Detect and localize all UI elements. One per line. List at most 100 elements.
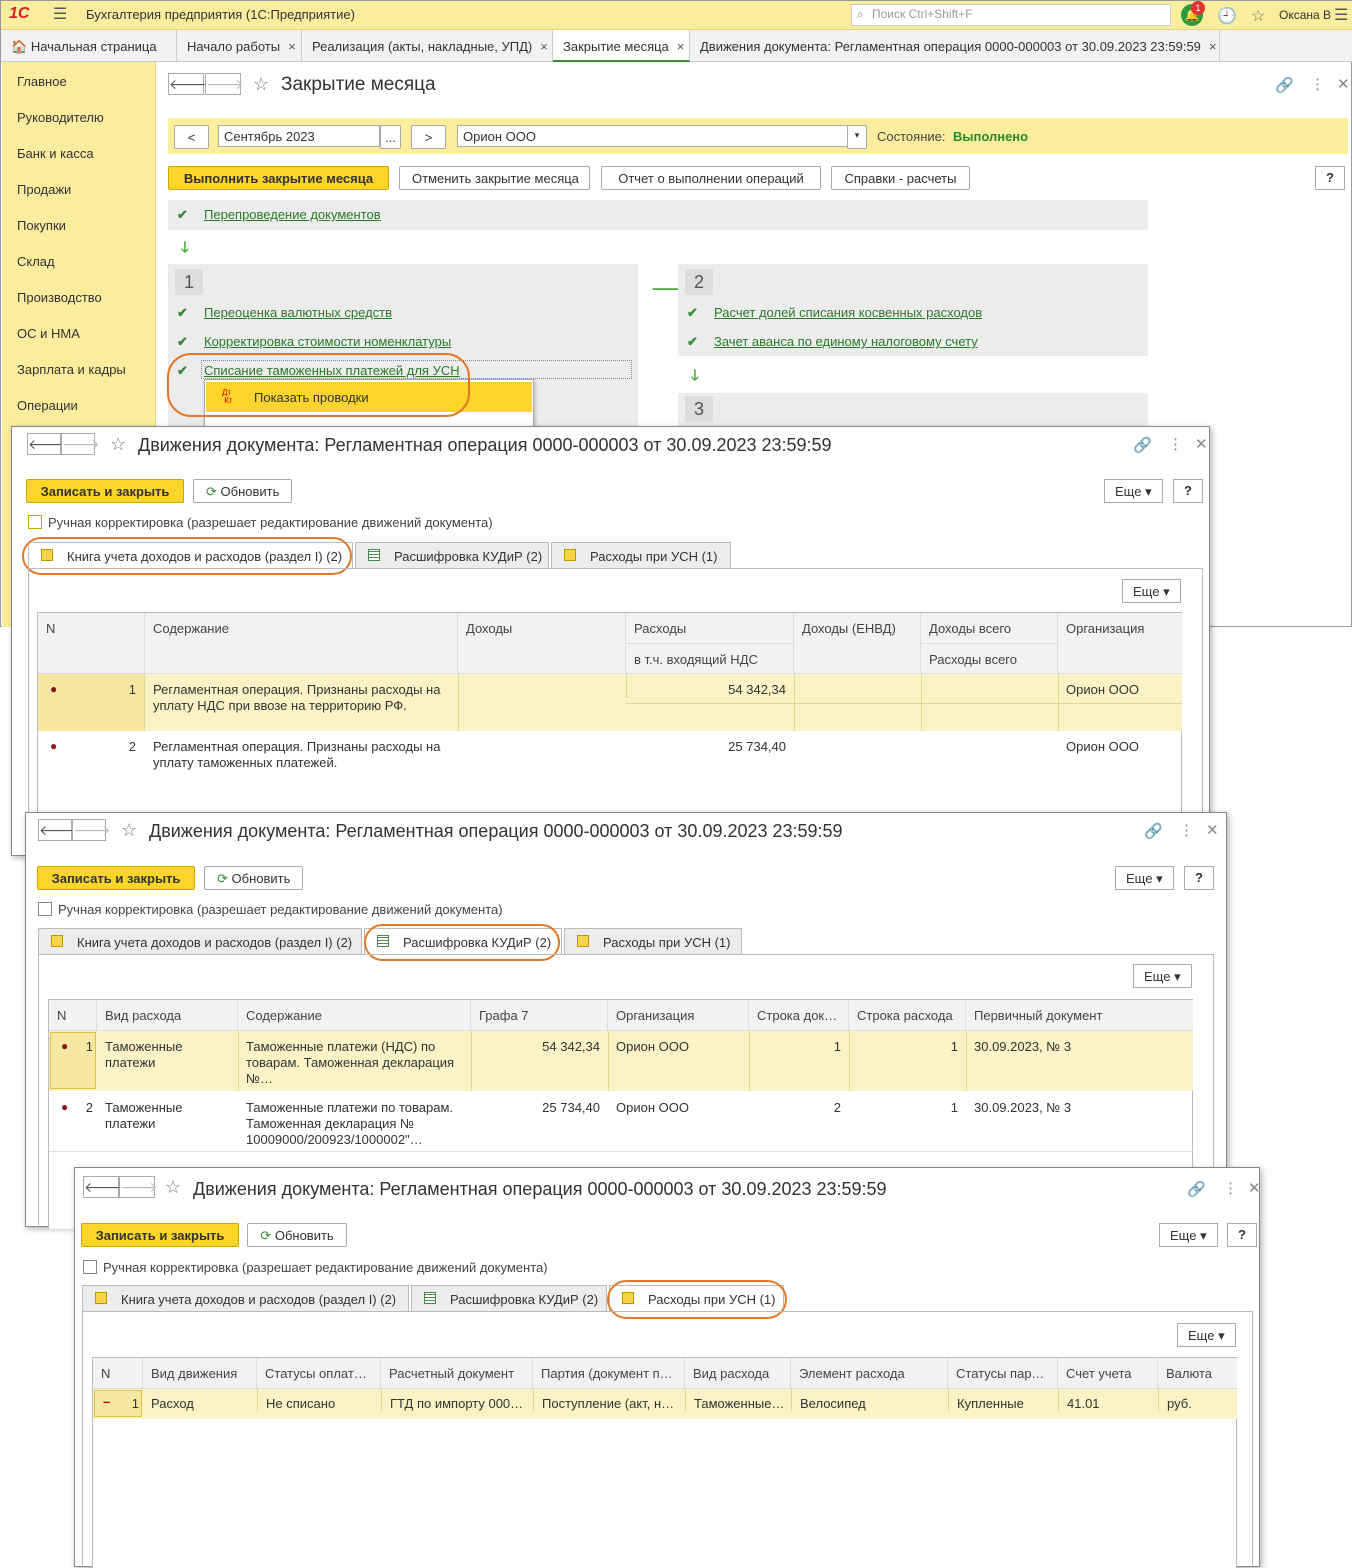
tab-income-book[interactable]: Книга учета доходов и расходов (раздел I… xyxy=(38,928,362,954)
more-button[interactable]: Еще ▾ xyxy=(1115,866,1174,890)
column-header[interactable]: Содержание xyxy=(238,1000,471,1031)
forward-button[interactable]: 🡒 xyxy=(119,1176,158,1198)
table-row[interactable]: ● 2 Регламентная операция. Признаны расх… xyxy=(38,731,1182,788)
table-more-button[interactable]: Еще ▾ xyxy=(1177,1323,1236,1347)
refresh-button[interactable]: ⟳ Обновить xyxy=(204,866,303,890)
link-icon[interactable]: 🔗 xyxy=(1144,822,1163,840)
column-header[interactable]: Содержание xyxy=(145,613,458,674)
refresh-button[interactable]: ⟳ Обновить xyxy=(193,479,292,503)
manual-correction-checkbox[interactable] xyxy=(83,1260,97,1274)
tab-kudir-details[interactable]: Расшифровка КУДиР (2) xyxy=(355,542,549,568)
column-header[interactable]: Организация xyxy=(608,1000,749,1031)
link-icon[interactable]: 🔗 xyxy=(1187,1180,1206,1198)
forward-button[interactable]: 🡒 xyxy=(61,433,100,455)
help-button[interactable]: ? xyxy=(1227,1223,1257,1247)
more-icon[interactable]: ⋮ xyxy=(1179,821,1194,839)
sidebar-item-manager[interactable]: Руководителю xyxy=(17,110,104,125)
table-row[interactable]: ● 2 Таможенные платежи Таможенные платеж… xyxy=(49,1092,1193,1152)
more-icon[interactable]: ⋮ xyxy=(1168,435,1183,453)
column-header[interactable]: Расчетный документ xyxy=(381,1358,533,1389)
favorite-star-icon[interactable]: ☆ xyxy=(165,1177,181,1198)
column-header[interactable]: Элемент расхода xyxy=(791,1358,948,1389)
column-header[interactable]: Расходы xyxy=(626,613,794,644)
close-icon[interactable]: ✕ xyxy=(1248,1179,1261,1197)
sidebar-item-purchases[interactable]: Покупки xyxy=(17,218,66,233)
settings-menu-icon[interactable]: ☰ xyxy=(1334,5,1348,25)
manual-correction-checkbox[interactable] xyxy=(38,902,52,916)
sidebar-item-payroll[interactable]: Зарплата и кадры xyxy=(17,362,126,377)
column-header[interactable]: Валюта xyxy=(1158,1358,1237,1389)
link-icon[interactable]: 🔗 xyxy=(1133,436,1152,454)
organization-field[interactable]: Орион ООО xyxy=(457,125,848,147)
more-icon[interactable]: ⋮ xyxy=(1223,1179,1238,1197)
save-close-button[interactable]: Записать и закрыть xyxy=(81,1223,239,1247)
organization-dropdown-icon[interactable]: ▾ xyxy=(847,125,867,149)
tab-income-book[interactable]: Книга учета доходов и расходов (раздел I… xyxy=(82,1285,409,1311)
column-header[interactable]: N xyxy=(93,1358,143,1389)
advance-offset-link[interactable]: Зачет аванса по единому налоговому счету xyxy=(714,334,978,349)
back-button[interactable]: 🡐 xyxy=(83,1176,122,1198)
close-icon[interactable]: ✕ xyxy=(1195,435,1208,453)
favorite-star-icon[interactable]: ☆ xyxy=(253,74,269,95)
cost-adjustment-link[interactable]: Корректировка стоимости номенклатуры xyxy=(204,334,451,349)
forward-button[interactable]: 🡒 xyxy=(72,819,111,841)
history-icon[interactable]: 🕘 xyxy=(1217,6,1237,26)
sidebar-item-warehouse[interactable]: Склад xyxy=(17,254,55,269)
close-icon[interactable]: ✕ xyxy=(1337,75,1350,93)
close-icon[interactable]: × xyxy=(288,39,296,54)
column-header[interactable]: Графа 7 xyxy=(471,1000,608,1031)
table-more-button[interactable]: Еще ▾ xyxy=(1133,964,1192,988)
indirect-costs-link[interactable]: Расчет долей списания косвенных расходов xyxy=(714,305,982,320)
column-header[interactable]: Расходы всего xyxy=(921,644,1058,674)
refresh-button[interactable]: ⟳ Обновить xyxy=(247,1223,347,1247)
column-header[interactable]: Статусы парт… xyxy=(948,1358,1058,1389)
column-header[interactable]: в т.ч. входящий НДС xyxy=(626,644,794,674)
main-menu-icon[interactable]: ☰ xyxy=(53,7,69,23)
tab-document-movements[interactable]: Движения документа: Регламентная операци… xyxy=(690,30,1220,62)
column-header[interactable]: Организация xyxy=(1058,613,1182,674)
column-header[interactable]: Первичный документ xyxy=(966,1000,1193,1031)
save-close-button[interactable]: Записать и закрыть xyxy=(37,866,195,890)
favorite-star-icon[interactable]: ☆ xyxy=(110,434,126,455)
back-button[interactable]: 🡐 xyxy=(168,73,207,95)
close-icon[interactable]: × xyxy=(677,39,685,54)
sidebar-item-operations[interactable]: Операции xyxy=(17,398,78,413)
column-header[interactable]: Партия (документ п… xyxy=(533,1358,685,1389)
column-header[interactable]: Строка расхода xyxy=(849,1000,966,1031)
column-header[interactable]: Счет учета xyxy=(1058,1358,1158,1389)
back-button[interactable]: 🡐 xyxy=(27,433,66,455)
table-row[interactable]: ● 1 Регламентная операция. Признаны расх… xyxy=(38,674,1182,731)
tab-usn-expenses[interactable]: Расходы при УСН (1) xyxy=(551,542,731,568)
column-header[interactable]: Строка док… xyxy=(749,1000,849,1031)
sidebar-item-sales[interactable]: Продажи xyxy=(17,182,71,197)
column-header[interactable]: Доходы (ЕНВД) xyxy=(794,613,921,674)
tab-usn-expenses[interactable]: Расходы при УСН (1) xyxy=(564,928,742,954)
more-button[interactable]: Еще ▾ xyxy=(1104,479,1163,503)
close-icon[interactable]: × xyxy=(1209,39,1217,54)
table-row[interactable]: – 1 Расход Не списано ГТД по импорту 000… xyxy=(93,1389,1237,1419)
tab-sales[interactable]: Реализация (акты, накладные, УПД) × xyxy=(302,30,553,62)
more-button[interactable]: Еще ▾ xyxy=(1159,1223,1218,1247)
column-header[interactable]: Вид расхода xyxy=(685,1358,791,1389)
back-button[interactable]: 🡐 xyxy=(38,819,77,841)
close-icon[interactable]: × xyxy=(540,39,548,54)
manual-correction-checkbox[interactable] xyxy=(28,515,42,529)
table-row[interactable]: ● 1 Таможенные платежи Таможенные платеж… xyxy=(49,1031,1193,1091)
column-header[interactable]: Статусы оплаты… xyxy=(257,1358,381,1389)
references-button[interactable]: Справки - расчеты xyxy=(831,166,970,190)
user-name[interactable]: Оксана В xyxy=(1279,8,1331,22)
reposting-link[interactable]: Перепроведение документов xyxy=(204,207,381,222)
save-close-button[interactable]: Записать и закрыть xyxy=(26,479,184,503)
revaluation-link[interactable]: Переоценка валютных средств xyxy=(204,305,392,320)
tab-month-closing[interactable]: Закрытие месяца × xyxy=(553,30,690,62)
close-icon[interactable]: ✕ xyxy=(1206,821,1219,839)
column-header[interactable]: N xyxy=(49,1000,97,1031)
help-button[interactable]: ? xyxy=(1184,866,1214,890)
column-header[interactable]: Доходы всего xyxy=(921,613,1058,644)
run-closing-button[interactable]: Выполнить закрытие месяца xyxy=(168,166,389,190)
operations-report-button[interactable]: Отчет о выполнении операций xyxy=(601,166,821,190)
tab-home[interactable]: 🏠 Начальная страница xyxy=(1,30,177,62)
favorites-icon[interactable]: ☆ xyxy=(1251,6,1265,26)
sidebar-item-assets[interactable]: ОС и НМА xyxy=(17,326,80,341)
next-period-button[interactable]: > xyxy=(411,125,446,149)
